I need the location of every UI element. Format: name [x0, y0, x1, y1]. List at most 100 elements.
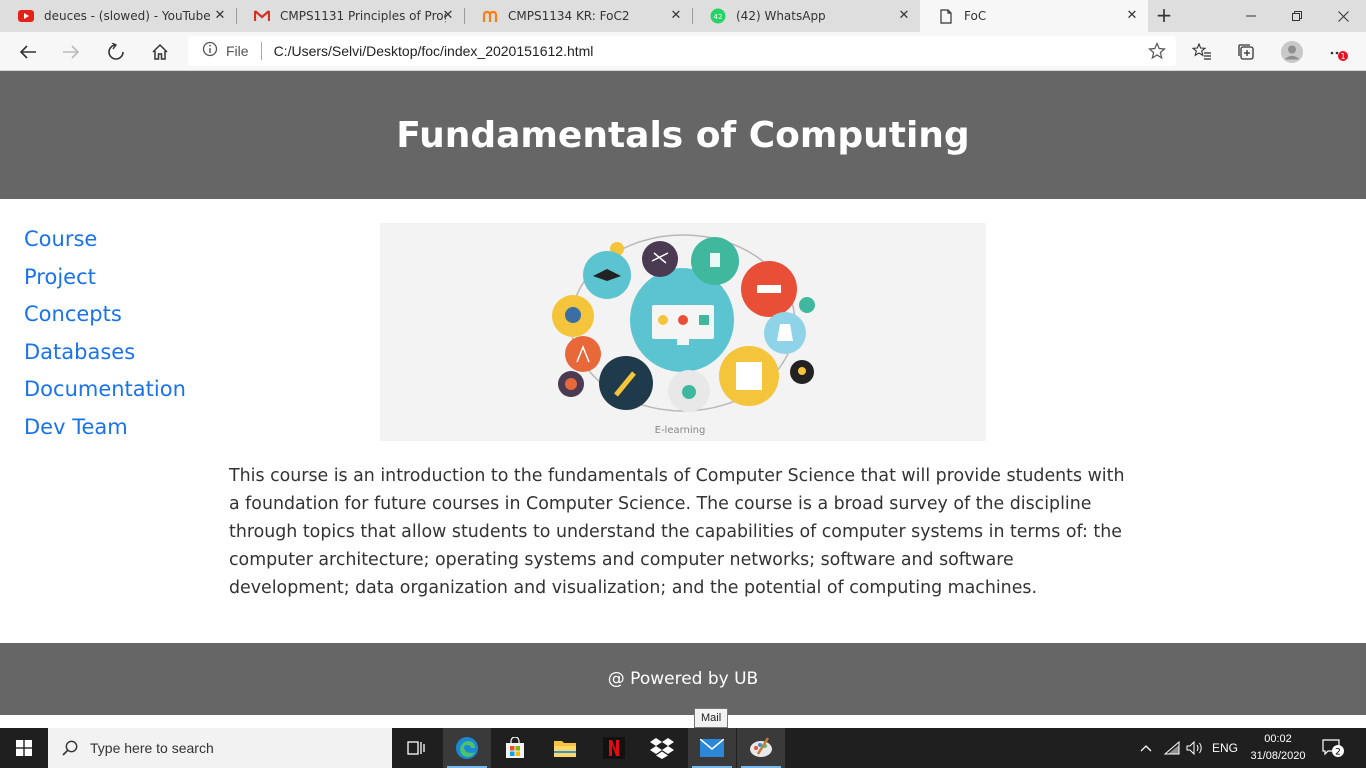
more-icon: 1 [1330, 51, 1348, 61]
minimize-icon [1246, 15, 1256, 17]
notification-badge-text: 1 [1340, 52, 1345, 61]
footer-text: @ Powered by UB [607, 669, 759, 689]
taskbar-search[interactable]: Type here to search [48, 728, 392, 768]
favorites-button[interactable] [1188, 38, 1216, 66]
tab-label: CMPS1131 Principles of Progra [280, 9, 446, 23]
refresh-button[interactable] [102, 38, 130, 66]
taskbar-file-explorer[interactable] [541, 728, 589, 768]
taskbar: Type here to search ENG 00:02 31/08/2020 [0, 728, 1366, 768]
new-tab-button[interactable]: + [1152, 4, 1176, 28]
close-window-button[interactable] [1320, 0, 1366, 32]
tab-foc[interactable]: FoC ✕ [920, 0, 1148, 32]
close-tab-icon[interactable]: ✕ [440, 8, 456, 24]
speaker-icon [1186, 741, 1202, 755]
home-icon [152, 43, 168, 60]
nav-link-dev-team[interactable]: Dev Team [24, 410, 186, 448]
address-divider [260, 42, 262, 60]
settings-menu-button[interactable]: 1 [1324, 38, 1352, 66]
nav-link-concepts[interactable]: Concepts [24, 297, 186, 335]
taskbar-netflix[interactable] [590, 728, 638, 768]
browser-toolbar: File C:/Users/Selvi/Desktop/foc/index_20… [0, 32, 1366, 71]
gmail-icon [254, 8, 270, 24]
whatsapp-icon: 42 [710, 8, 726, 24]
youtube-icon [18, 8, 34, 24]
clock[interactable]: 00:02 31/08/2020 [1246, 731, 1310, 765]
nav-link-databases[interactable]: Databases [24, 335, 186, 373]
tab-label: CMPS1134 KR: FoC2 [508, 9, 630, 23]
paint-icon [750, 737, 772, 757]
clock-time: 00:02 [1264, 733, 1292, 745]
whatsapp-badge-text: 42 [714, 13, 723, 21]
nav-link-course[interactable]: Course [24, 222, 186, 260]
task-view-button[interactable] [392, 728, 440, 768]
back-arrow-icon [19, 45, 36, 59]
nav-link-project[interactable]: Project [24, 260, 186, 298]
notification-icon: 2 [1322, 739, 1344, 758]
page-icon [938, 8, 954, 24]
address-bar[interactable]: File C:/Users/Selvi/Desktop/foc/index_20… [188, 36, 1176, 66]
page-title: Fundamentals of Computing [396, 114, 970, 156]
nav-link-documentation[interactable]: Documentation [24, 372, 186, 410]
profile-button[interactable] [1278, 38, 1306, 66]
close-tab-icon[interactable]: ✕ [668, 8, 684, 24]
dropbox-icon [650, 738, 674, 759]
taskbar-mail[interactable] [688, 728, 736, 768]
taskbar-paint[interactable] [737, 728, 785, 768]
clock-date: 31/08/2020 [1250, 750, 1306, 762]
tab-label: deuces - (slowed) - YouTube [44, 9, 211, 23]
chevron-up-icon [1140, 745, 1152, 752]
search-placeholder: Type here to search [90, 740, 214, 756]
collections-button[interactable] [1232, 38, 1260, 66]
hero-caption: E-learning [655, 425, 706, 436]
taskbar-edge[interactable] [443, 728, 491, 768]
taskbar-dropbox[interactable] [638, 728, 686, 768]
search-icon [62, 740, 78, 756]
close-tab-icon[interactable]: ✕ [896, 8, 912, 24]
forward-arrow-icon [63, 45, 80, 59]
volume-button[interactable] [1186, 728, 1204, 768]
language-indicator[interactable]: ENG [1212, 728, 1238, 768]
forward-button[interactable] [57, 38, 85, 66]
side-navigation: Course Project Concepts Databases Docume… [24, 222, 186, 448]
tab-label: FoC [964, 9, 987, 23]
moodle-icon [482, 8, 498, 24]
taskbar-store[interactable] [491, 728, 539, 768]
edge-icon [456, 737, 478, 759]
tab-moodle[interactable]: CMPS1134 KR: FoC2 ✕ [464, 0, 692, 32]
back-button[interactable] [14, 38, 42, 66]
mail-tooltip: Mail [694, 708, 729, 728]
windows-logo-icon [16, 740, 32, 756]
tab-strip: deuces - (slowed) - YouTube ✕ CMPS1131 P… [0, 0, 1366, 32]
page-footer: @ Powered by UB [0, 643, 1366, 715]
action-center-button[interactable]: 2 [1322, 728, 1344, 768]
home-button[interactable] [146, 38, 174, 66]
show-hidden-icons-button[interactable] [1140, 728, 1152, 768]
hero-image: E-learning [380, 223, 986, 441]
folder-icon [554, 741, 576, 757]
refresh-icon [108, 43, 124, 60]
tab-youtube[interactable]: deuces - (slowed) - YouTube ✕ [0, 0, 236, 32]
url-text[interactable]: C:/Users/Selvi/Desktop/foc/index_2020151… [274, 43, 594, 59]
favorites-list-icon [1192, 43, 1211, 60]
netflix-icon [603, 737, 625, 759]
mail-icon [700, 739, 724, 757]
notification-count: 2 [1335, 748, 1341, 758]
wifi-icon [1164, 741, 1180, 755]
site-info-label[interactable]: File [226, 43, 249, 59]
favorite-star-icon[interactable] [1148, 42, 1166, 60]
close-tab-icon[interactable]: ✕ [212, 8, 228, 24]
tab-whatsapp[interactable]: 42 (42) WhatsApp ✕ [692, 0, 920, 32]
minimize-button[interactable] [1228, 0, 1274, 32]
info-icon[interactable] [202, 41, 218, 61]
close-tab-icon[interactable]: ✕ [1124, 8, 1140, 24]
tab-label: (42) WhatsApp [736, 9, 826, 23]
close-icon [1337, 10, 1349, 22]
collections-icon [1238, 44, 1254, 60]
network-button[interactable] [1164, 728, 1180, 768]
start-button[interactable] [0, 728, 48, 768]
store-icon [506, 737, 524, 758]
restore-button[interactable] [1274, 0, 1320, 32]
course-description: This course is an introduction to the fu… [229, 466, 1125, 598]
avatar [1281, 41, 1303, 63]
tab-gmail[interactable]: CMPS1131 Principles of Progra ✕ [236, 0, 464, 32]
